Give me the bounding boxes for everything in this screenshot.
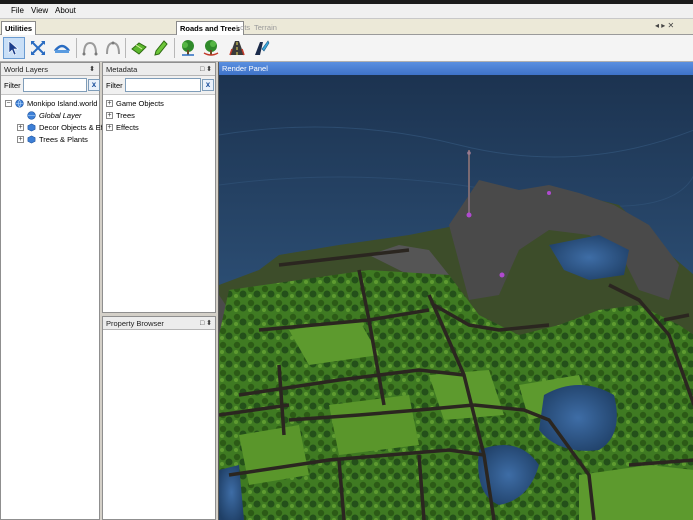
expand-icon[interactable]: +: [17, 124, 24, 131]
menu-about[interactable]: About: [55, 6, 76, 15]
render-panel: Render Panel: [218, 62, 693, 520]
tree-paint-button[interactable]: [177, 37, 199, 59]
tree-label-world: Monkipo Island.world: [27, 99, 98, 108]
metadata-panel: Metadata □ ⬍ Filter x + Game Objects + T…: [102, 62, 216, 313]
terrain-block-button[interactable]: [128, 37, 150, 59]
arc-tool-button[interactable]: [79, 37, 101, 59]
expand-icon[interactable]: +: [106, 124, 113, 131]
property-browser-title: Property Browser: [106, 319, 164, 328]
world-layers-filter-clear-button[interactable]: x: [88, 79, 100, 91]
globe-icon: [15, 99, 24, 108]
layer-globe-icon: [27, 111, 36, 120]
pin-icon[interactable]: ⬍: [89, 65, 95, 73]
move-transform-button[interactable]: [27, 37, 49, 59]
road-paint-button[interactable]: [250, 37, 272, 59]
tab-utilities[interactable]: Utilities: [1, 21, 37, 35]
tree-refresh-icon: [203, 40, 219, 56]
menu-bar: File View About: [0, 4, 693, 19]
tree-row-trees[interactable]: + Trees: [106, 110, 135, 121]
terrain-render-image: [219, 75, 693, 520]
tab-terrain[interactable]: Terrain: [251, 21, 280, 35]
arrow-cursor-icon: [8, 40, 19, 56]
world-layers-filter-input[interactable]: [23, 78, 87, 92]
tool-tab-strip: Utilities Roads and Trees Lots Terrain ◂…: [0, 19, 693, 35]
arc-alt-icon: [106, 41, 120, 55]
select-arrow-button[interactable]: [3, 37, 25, 59]
panel-window-controls[interactable]: □ ⬍: [200, 319, 212, 327]
toolbar: [0, 35, 693, 62]
tree-row-global-layer[interactable]: Global Layer: [27, 110, 82, 121]
tree-paint-icon: [182, 40, 194, 56]
road-tool-button[interactable]: [226, 37, 248, 59]
tree-row-world-root[interactable]: − Monkipo Island.world: [5, 98, 97, 109]
filter-label: Filter: [4, 81, 21, 90]
collapse-icon[interactable]: −: [5, 100, 12, 107]
property-browser-header: Property Browser □ ⬍: [103, 317, 215, 330]
arc-tool-alt-button[interactable]: [102, 37, 124, 59]
metadata-filter-row: Filter x: [103, 76, 215, 95]
world-layers-filter-row: Filter x: [1, 76, 100, 95]
panel-window-controls[interactable]: □ ⬍: [200, 65, 212, 73]
render-panel-title: Render Panel: [222, 64, 268, 73]
tree-label-decor-objects: Decor Objects & Eff: [39, 123, 105, 132]
road-paint-icon: [255, 40, 270, 55]
pencil-tree-icon: [154, 40, 168, 56]
layer-cube-icon: [27, 135, 36, 144]
expand-icon[interactable]: +: [106, 112, 113, 119]
metadata-title: Metadata: [106, 65, 138, 74]
metadata-filter-clear-button[interactable]: x: [202, 79, 214, 91]
tree-label-trees-plants: Trees & Plants: [39, 135, 88, 144]
world-layers-title: World Layers: [4, 65, 49, 74]
expand-icon[interactable]: +: [106, 100, 113, 107]
menu-file[interactable]: File: [11, 6, 24, 15]
tree-label-effects: Effects: [116, 123, 139, 132]
tree-row-game-objects[interactable]: + Game Objects: [106, 98, 164, 109]
layer-cube-icon: [27, 123, 36, 132]
tree-label-trees: Trees: [116, 111, 135, 120]
menu-view[interactable]: View: [31, 6, 48, 15]
rotate-bridge-button[interactable]: [51, 37, 73, 59]
render-viewport[interactable]: [219, 75, 693, 520]
green-block-icon: [131, 42, 147, 55]
tree-row-decor-objects[interactable]: + Decor Objects & Eff: [17, 122, 105, 133]
tree-label-game-objects: Game Objects: [116, 99, 164, 108]
metadata-filter-input[interactable]: [125, 78, 201, 92]
move-arrows-icon: [31, 41, 45, 55]
road-icon: [229, 41, 245, 56]
filter-label: Filter: [106, 81, 123, 90]
tab-scroll-controls[interactable]: ◂ ▸ ✕: [655, 21, 674, 30]
expand-icon[interactable]: +: [17, 136, 24, 143]
tree-row-trees-plants[interactable]: + Trees & Plants: [17, 134, 88, 145]
tree-row-effects[interactable]: + Effects: [106, 122, 139, 133]
metadata-header: Metadata □ ⬍: [103, 63, 215, 76]
render-panel-header: Render Panel: [219, 62, 693, 75]
world-layers-header: World Layers ⬍: [1, 63, 99, 76]
tree-pencil-button[interactable]: [150, 37, 172, 59]
world-layers-panel: World Layers ⬍ Filter x − Monkipo Island…: [0, 62, 105, 520]
property-browser-panel: Property Browser □ ⬍: [102, 316, 216, 520]
arc-icon: [82, 41, 98, 56]
rotate-icon: [53, 44, 71, 53]
tree-label-global-layer: Global Layer: [39, 111, 82, 120]
tree-refresh-button[interactable]: [200, 37, 222, 59]
